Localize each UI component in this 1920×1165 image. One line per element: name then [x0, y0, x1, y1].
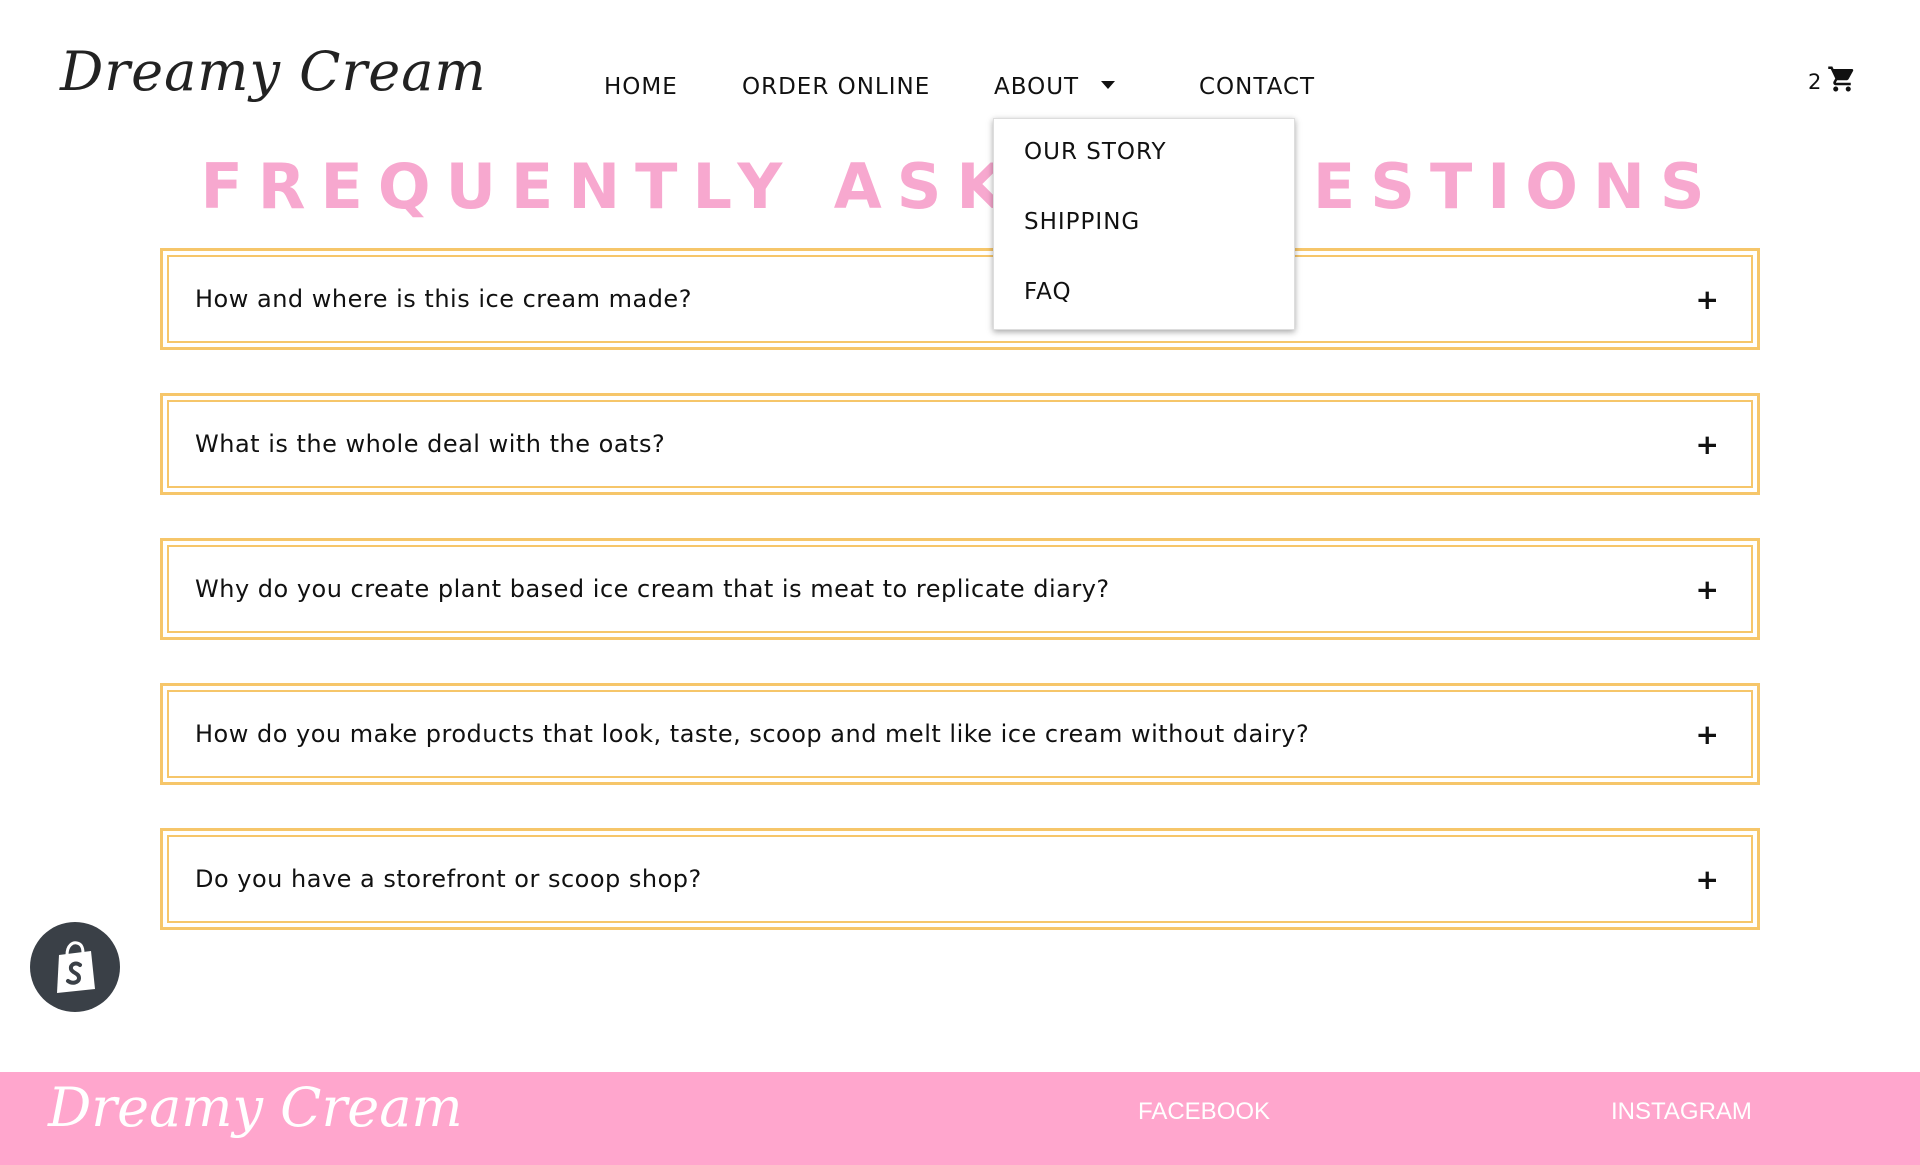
page: Dreamy Cream HOME ORDER ONLINE ABOUT CON… [0, 0, 1920, 1165]
plus-icon[interactable]: + [1696, 718, 1719, 751]
faq-item[interactable]: How do you make products that look, tast… [160, 683, 1760, 785]
faq-item[interactable]: Do you have a storefront or scoop shop? … [160, 828, 1760, 930]
instagram-link[interactable]: INSTAGRAM [1611, 1098, 1752, 1126]
faq-item[interactable]: How and where is this ice cream made? + [160, 248, 1760, 350]
faq-question: Do you have a storefront or scoop shop? [195, 865, 702, 893]
shopping-bag-icon [57, 941, 95, 993]
faq-item[interactable]: Why do you create plant based ice cream … [160, 538, 1760, 640]
plus-icon[interactable]: + [1696, 863, 1719, 896]
faq-question: How do you make products that look, tast… [195, 720, 1310, 748]
faq-question: How and where is this ice cream made? [195, 285, 692, 313]
faq-question: What is the whole deal with the oats? [195, 430, 666, 458]
cart-icon [1827, 64, 1857, 99]
facebook-link[interactable]: FACEBOOK [1138, 1098, 1270, 1126]
faq-question: Why do you create plant based ice cream … [195, 575, 1110, 603]
footer: Dreamy Cream FACEBOOK INSTAGRAM [0, 1072, 1920, 1165]
menu-item-our-story[interactable]: OUR STORY [1024, 139, 1167, 165]
about-dropdown-menu: OUR STORY SHIPPING FAQ [993, 118, 1295, 330]
page-title: FREQUENTLY ASKED QUESTIONS [200, 150, 1720, 223]
nav-order-online[interactable]: ORDER ONLINE [742, 74, 930, 100]
nav-about[interactable]: ABOUT [994, 74, 1116, 100]
menu-item-shipping[interactable]: SHIPPING [1024, 209, 1140, 235]
plus-icon[interactable]: + [1696, 573, 1719, 606]
cart-button[interactable]: 2 [1808, 64, 1857, 99]
footer-logo[interactable]: Dreamy Cream [48, 1076, 463, 1139]
brand-logo[interactable]: Dreamy Cream [60, 40, 487, 103]
plus-icon[interactable]: + [1696, 283, 1719, 316]
cart-count: 2 [1808, 69, 1822, 94]
nav-about-label: ABOUT [994, 74, 1080, 100]
chevron-down-icon [1101, 80, 1116, 89]
menu-item-faq[interactable]: FAQ [1024, 279, 1072, 305]
nav-contact[interactable]: CONTACT [1199, 74, 1315, 100]
nav-home[interactable]: HOME [604, 74, 678, 100]
faq-item[interactable]: What is the whole deal with the oats? + [160, 393, 1760, 495]
plus-icon[interactable]: + [1696, 428, 1719, 461]
shopify-badge-button[interactable] [30, 922, 120, 1012]
